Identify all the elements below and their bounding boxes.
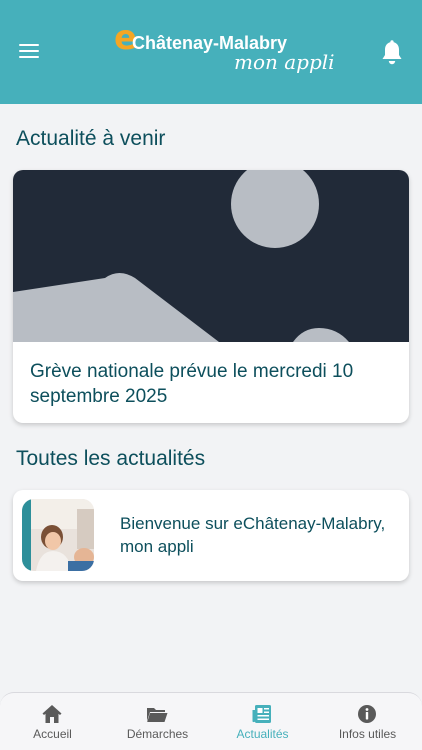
section-title-upcoming: Actualité à venir (16, 127, 166, 150)
tab-label: Accueil (33, 727, 72, 741)
news-list-item[interactable]: Bienvenue sur eChâtenay-Malabry, mon app… (13, 490, 409, 581)
info-icon (358, 705, 376, 723)
news-item-title: Bienvenue sur eChâtenay-Malabry, mon app… (120, 514, 386, 556)
section-title-all-news: Toutes les actualités (16, 447, 206, 470)
newspaper-icon (252, 705, 271, 723)
home-icon (42, 705, 62, 723)
logo-subtitle: mon appli (234, 50, 335, 74)
tab-infos-utiles[interactable]: Infos utiles (315, 693, 420, 750)
bottom-tab-bar: Accueil Démarches Actualités Infos utile… (0, 692, 422, 750)
tab-actualites[interactable]: Actualités (210, 693, 315, 750)
tab-demarches[interactable]: Démarches (105, 693, 210, 750)
app-logo: e Châtenay-Malabry mon appli (114, 18, 335, 78)
tab-label: Infos utiles (338, 727, 397, 741)
tab-label: Actualités (236, 727, 289, 741)
featured-news-card[interactable]: Grève nationale prévue le mercredi 10 se… (13, 170, 409, 423)
news-thumbnail (22, 499, 94, 571)
app-header: e Châtenay-Malabry mon appli (0, 0, 422, 104)
folder-icon (147, 708, 168, 722)
tab-label: Démarches (126, 727, 189, 741)
bell-icon[interactable] (380, 40, 404, 66)
hamburger-icon[interactable] (19, 44, 39, 60)
image-placeholder-icon (13, 170, 409, 342)
tab-accueil[interactable]: Accueil (0, 693, 105, 750)
featured-news-title: Grève nationale prévue le mercredi 10 se… (30, 361, 354, 407)
